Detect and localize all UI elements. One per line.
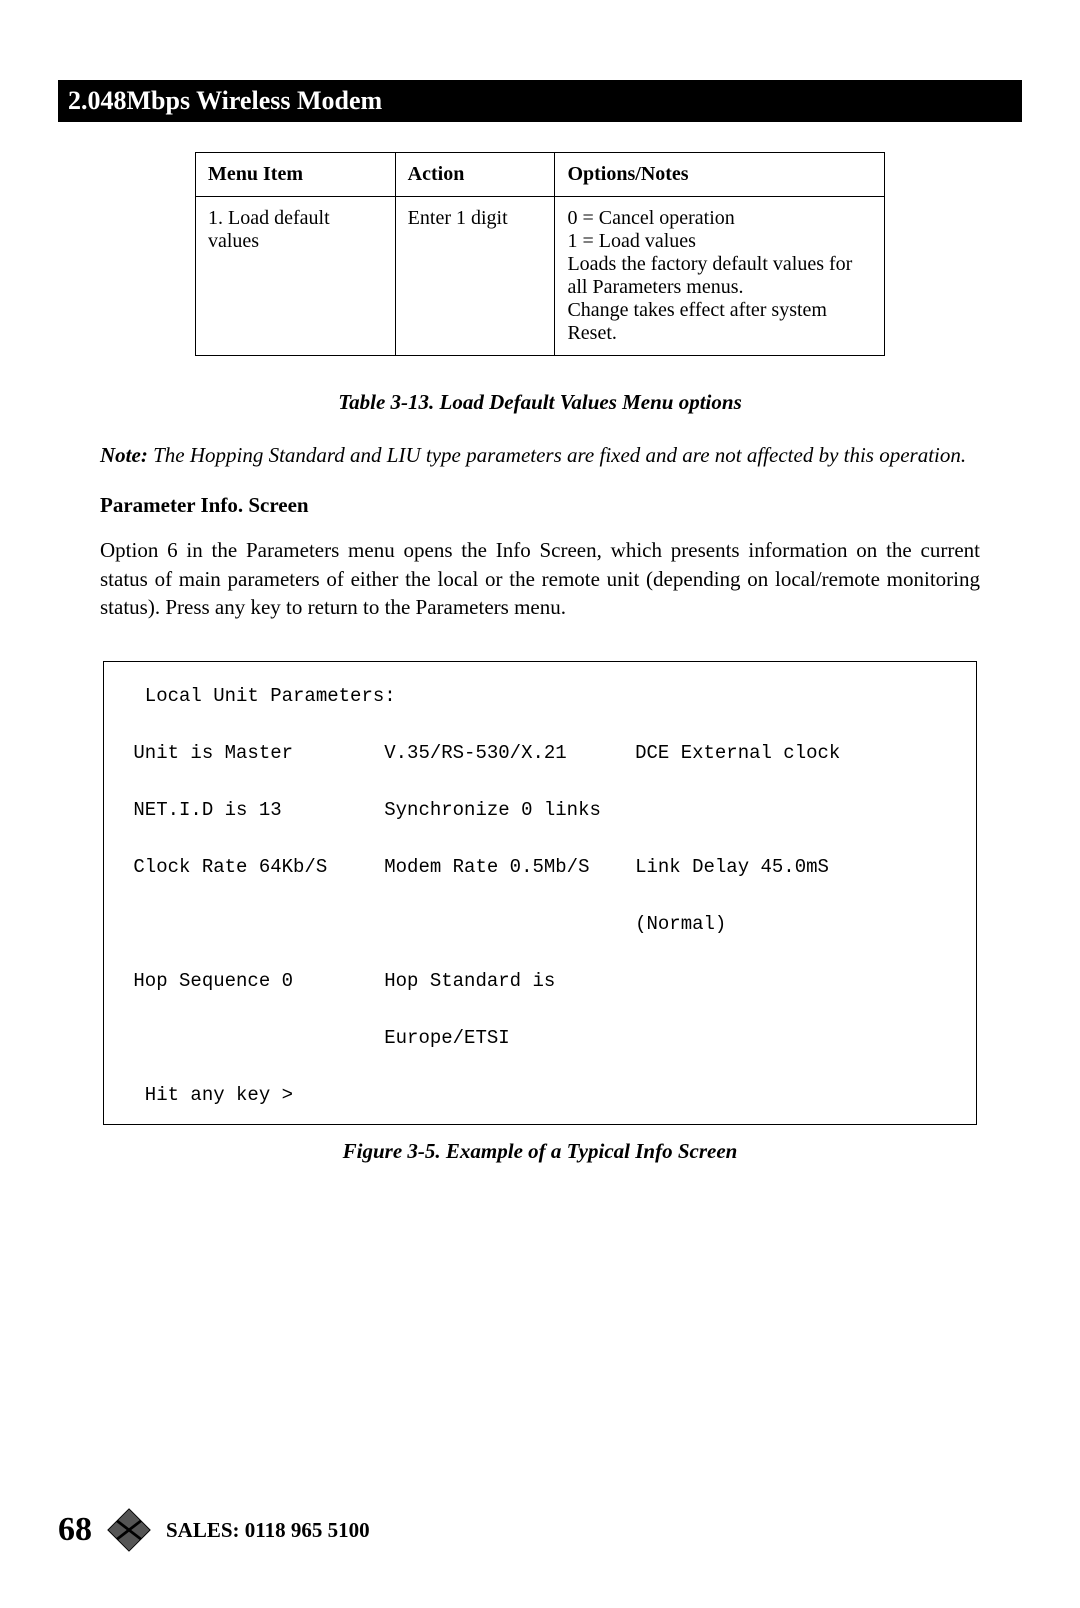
page-number: 68 — [58, 1511, 92, 1549]
load-default-values-table: Menu Item Action Options/Notes 1. Load d… — [195, 152, 885, 356]
info-screen-line: Clock Rate 64Kb/S Modem Rate 0.5Mb/S Lin… — [122, 853, 958, 882]
info-screen-line: (Normal) — [122, 910, 958, 939]
note-body: The Hopping Standard and LIU type parame… — [148, 443, 966, 467]
table-row: 1. Load default values Enter 1 digit 0 =… — [196, 197, 885, 356]
info-screen-line: Hop Sequence 0 Hop Standard is — [122, 967, 958, 996]
note-paragraph: Note: The Hopping Standard and LIU type … — [100, 441, 980, 469]
info-screen-line: NET.I.D is 13 Synchronize 0 links — [122, 796, 958, 825]
note-label: Note: — [100, 443, 148, 467]
table-cell-options: 0 = Cancel operation 1 = Load values Loa… — [555, 197, 885, 356]
body-paragraph: Option 6 in the Parameters menu opens th… — [100, 536, 980, 621]
page-content: Menu Item Action Options/Notes 1. Load d… — [100, 152, 980, 1164]
header-title: 2.048Mbps Wireless Modem — [68, 86, 382, 115]
table-cell-menu-item: 1. Load default values — [196, 197, 396, 356]
page-footer: 68 SALES: 0118 965 5100 — [58, 1507, 370, 1553]
table-cell-action: Enter 1 digit — [395, 197, 555, 356]
info-screen-box: Local Unit Parameters: Unit is Master V.… — [103, 661, 977, 1125]
sales-phone: SALES: 0118 965 5100 — [166, 1518, 370, 1543]
table-header-menu-item: Menu Item — [196, 153, 396, 197]
section-heading: Parameter Info. Screen — [100, 493, 980, 518]
info-screen-prompt: Hit any key > — [122, 1081, 958, 1110]
diamond-logo-icon — [106, 1507, 152, 1553]
info-screen-line: Europe/ETSI — [122, 1024, 958, 1053]
table-caption: Table 3-13. Load Default Values Menu opt… — [100, 390, 980, 415]
info-screen-title: Local Unit Parameters: — [122, 682, 958, 711]
table-header-options: Options/Notes — [555, 153, 885, 197]
figure-caption: Figure 3-5. Example of a Typical Info Sc… — [100, 1139, 980, 1164]
info-screen-line: Unit is Master V.35/RS-530/X.21 DCE Exte… — [122, 739, 958, 768]
table-header-row: Menu Item Action Options/Notes — [196, 153, 885, 197]
table-header-action: Action — [395, 153, 555, 197]
page-header-bar: 2.048Mbps Wireless Modem — [58, 80, 1022, 122]
